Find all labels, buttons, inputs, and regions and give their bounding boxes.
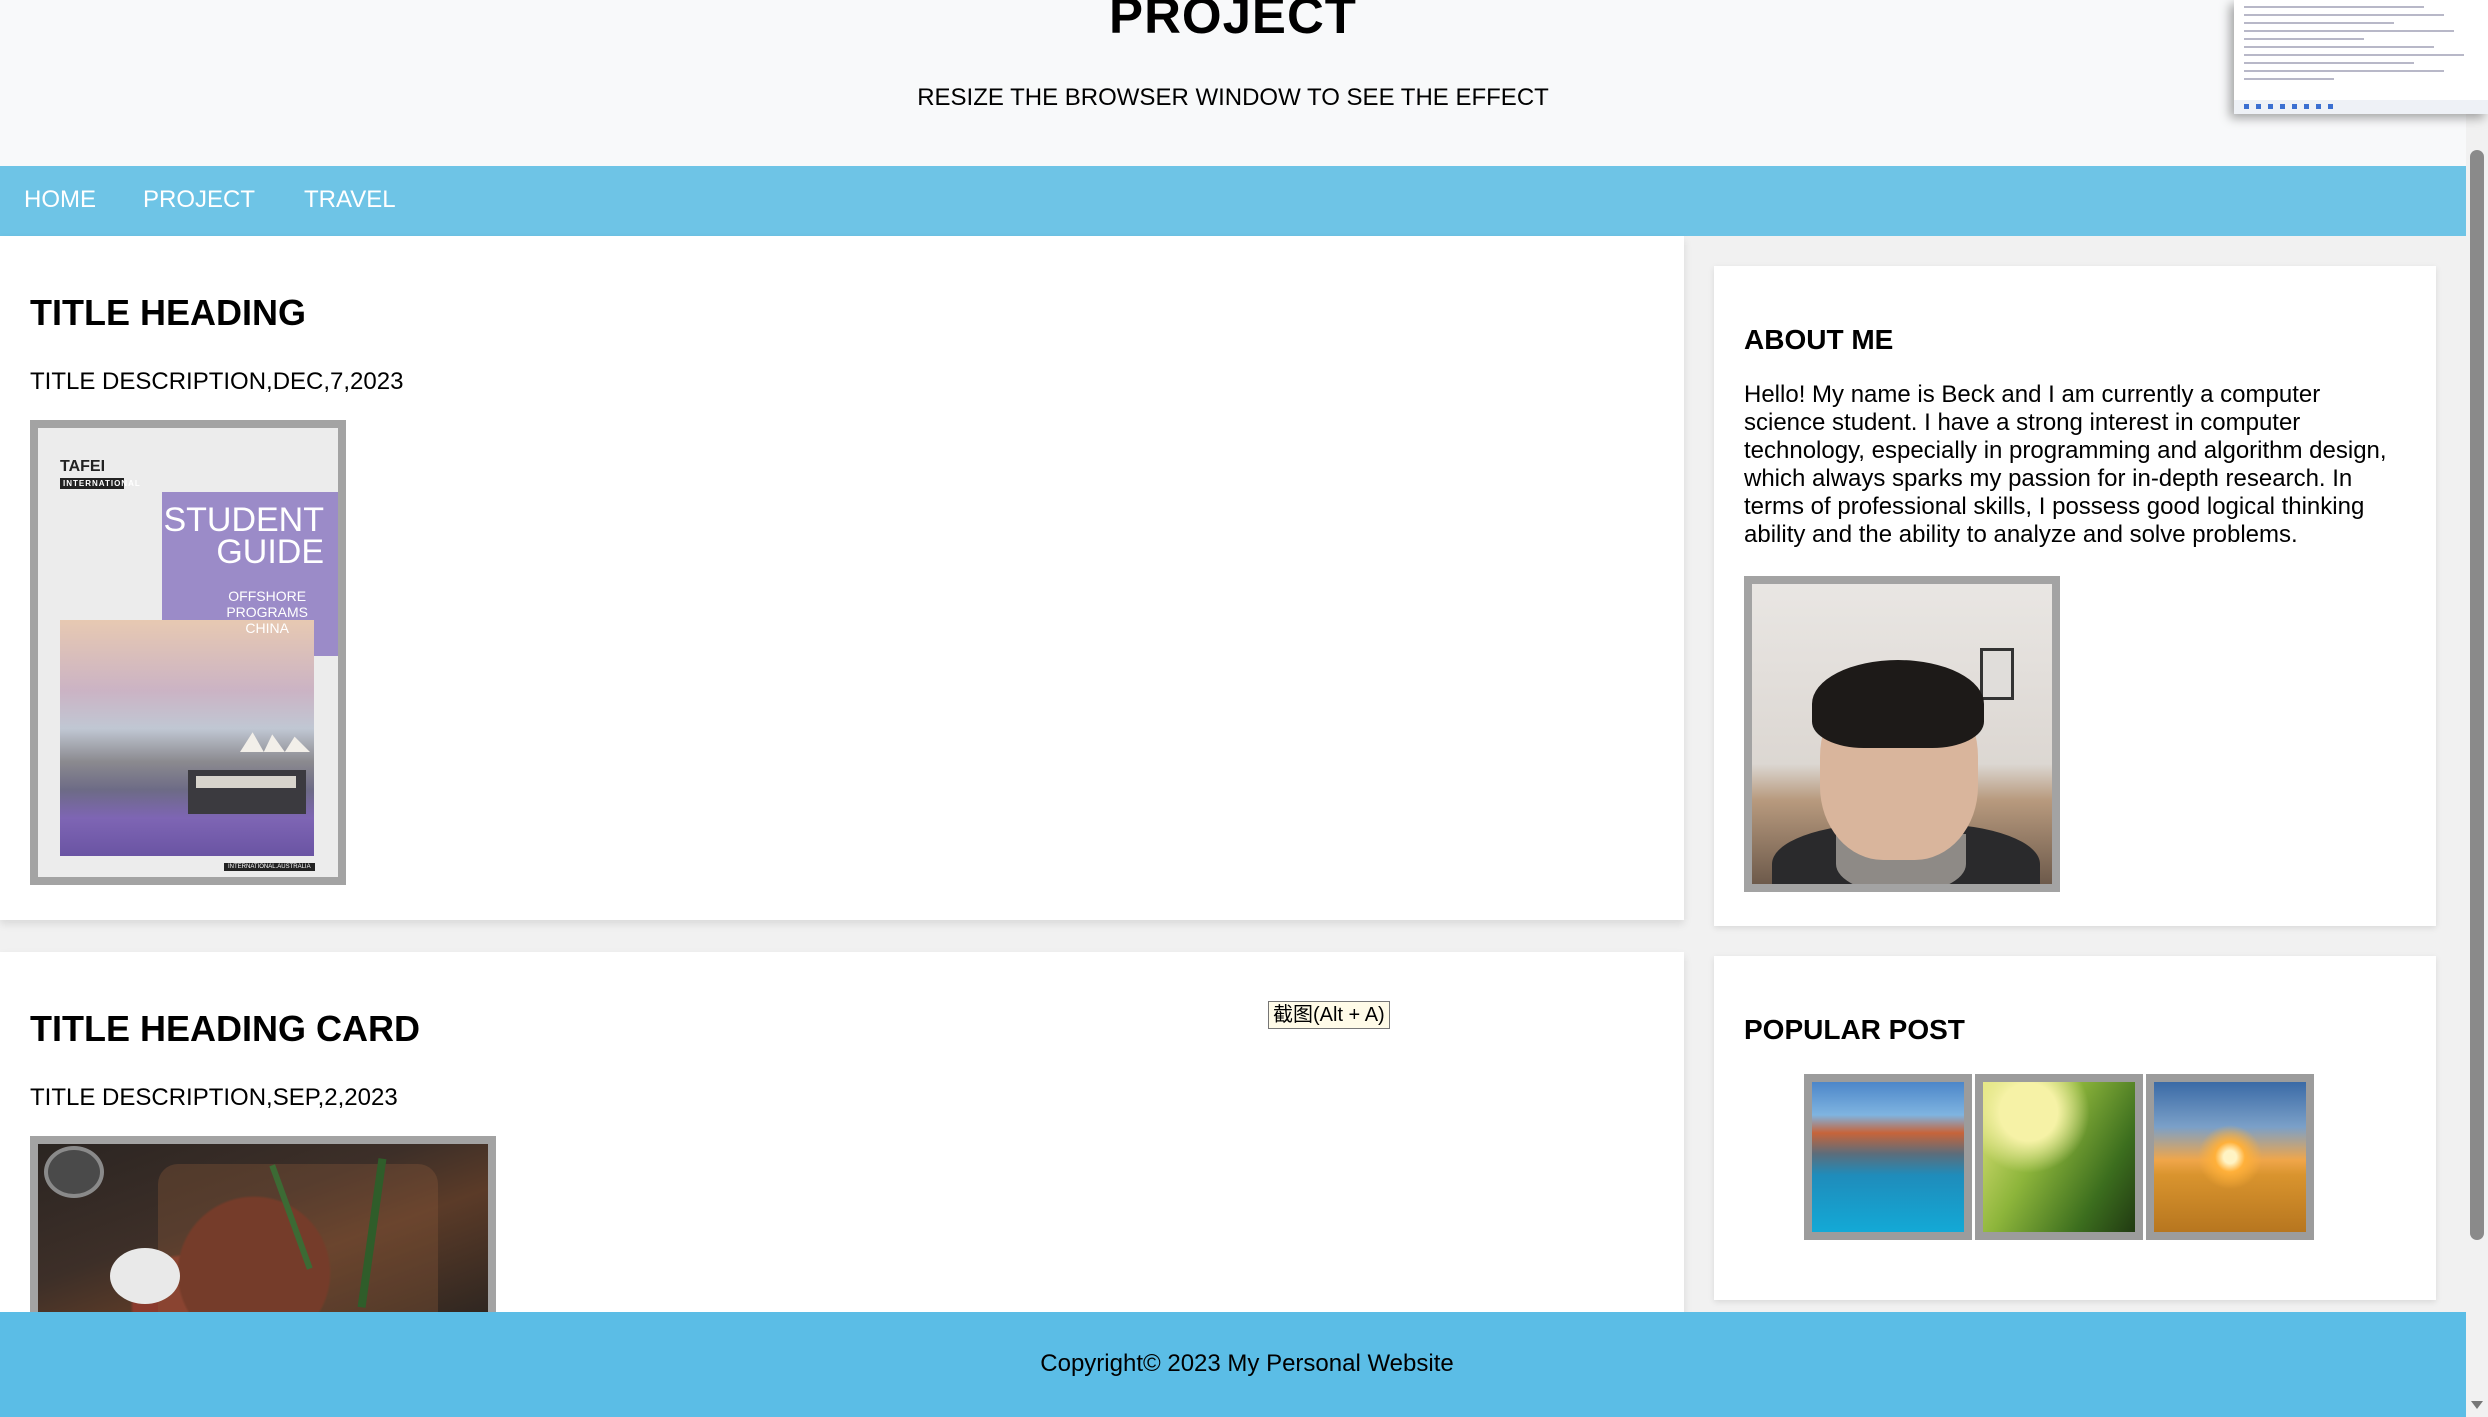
sydney-harbour-photo	[60, 620, 314, 856]
taskbar-icon	[2292, 104, 2297, 109]
site-footer: Copyright© 2023 My Personal Website	[0, 1312, 2466, 1417]
steak-image	[30, 1136, 496, 1336]
popular-thumb-mountain-lake[interactable]	[1804, 1074, 1972, 1240]
steak-photo	[38, 1144, 488, 1328]
about-text: Hello! My name is Beck and I am currentl…	[1744, 381, 2387, 548]
popular-thumb-sunset-field[interactable]	[2146, 1074, 2314, 1240]
portrait-photo	[1752, 584, 2052, 884]
site-subtitle: RESIZE THE BROWSER WINDOW TO SEE THE EFF…	[917, 84, 1549, 111]
post-card-1: TITLE HEADING TITLE DESCRIPTION,DEC,7,20…	[0, 236, 1684, 920]
main-column: TITLE HEADING TITLE DESCRIPTION,DEC,7,20…	[0, 236, 1684, 1372]
preview-text-line	[2244, 70, 2444, 72]
popular-thumb-sunlit-forest[interactable]	[1975, 1074, 2143, 1240]
post-heading: TITLE HEADING	[30, 292, 306, 333]
ferry-shape	[188, 770, 306, 814]
student-guide-poster: TAFEI INTERNATIONAL STUDENT GUIDE OFFSHO…	[38, 428, 338, 877]
taskbar-icon	[2328, 104, 2333, 109]
guide-subtitle: OFFSHORE PROGRAMS CHINA	[226, 588, 308, 636]
taskbar-icon	[2304, 104, 2309, 109]
copyright-text: Copyright© 2023 My Personal Website	[1040, 1350, 1454, 1377]
site-title: PROJECT	[1109, 0, 1357, 44]
taskbar-icon	[2280, 104, 2285, 109]
vertical-scrollbar[interactable]	[2466, 0, 2488, 1417]
top-navigation: HOME PROJECT TRAVEL	[0, 166, 2466, 236]
hair-shape	[1812, 660, 1984, 748]
web-page: PROJECT RESIZE THE BROWSER WINDOW TO SEE…	[0, 0, 2466, 1417]
taskbar-icon	[2268, 104, 2273, 109]
guide-footer-text: INTERNATIONAL.AUSTRALIA	[224, 863, 315, 871]
post-heading: TITLE HEADING CARD	[30, 1008, 420, 1049]
preview-text-line	[2244, 6, 2424, 8]
pepper-bowl-shape	[44, 1146, 104, 1198]
wall-frame-shape	[1980, 648, 2014, 700]
preview-text-line	[2244, 30, 2454, 32]
guide-title: STUDENT GUIDE	[163, 501, 324, 571]
post-description: TITLE DESCRIPTION,DEC,7,2023	[30, 368, 404, 395]
tafe-logo: TAFEI INTERNATIONAL	[60, 458, 141, 489]
screenshot-tooltip: 截图(Alt + A)	[1268, 1001, 1390, 1029]
site-header: PROJECT RESIZE THE BROWSER WINDOW TO SEE…	[0, 0, 2466, 166]
scrollbar-thumb[interactable]	[2470, 150, 2484, 1240]
preview-text-line	[2244, 54, 2464, 56]
about-me-card: ABOUT ME Hello! My name is Beck and I am…	[1714, 266, 2436, 926]
nav-project-link[interactable]: PROJECT	[143, 186, 255, 214]
taskbar-icon	[2256, 104, 2261, 109]
post-card-2: TITLE HEADING CARD TITLE DESCRIPTION,SEP…	[0, 952, 1684, 1372]
salt-pile-shape	[110, 1248, 180, 1304]
student-guide-image: TAFEI INTERNATIONAL STUDENT GUIDE OFFSHO…	[30, 420, 346, 885]
preview-text-line	[2244, 62, 2414, 64]
nav-home-link[interactable]: HOME	[24, 186, 96, 214]
opera-house-shape	[240, 732, 310, 752]
preview-text-line	[2244, 22, 2394, 24]
preview-text-line	[2244, 46, 2434, 48]
cutting-board-shape	[158, 1164, 438, 1328]
screenshot-preview-window[interactable]	[2234, 0, 2488, 114]
profile-photo	[1744, 576, 2060, 892]
nav-travel-link[interactable]: TRAVEL	[304, 186, 396, 214]
post-description: TITLE DESCRIPTION,SEP,2,2023	[30, 1084, 398, 1111]
preview-text-line	[2244, 14, 2444, 16]
popular-heading: POPULAR POST	[1744, 1014, 1965, 1045]
preview-text-line	[2244, 38, 2364, 40]
about-heading: ABOUT ME	[1744, 324, 1894, 355]
preview-text-line	[2244, 78, 2334, 80]
taskbar-icon	[2244, 104, 2249, 109]
scroll-down-arrow-icon[interactable]	[2471, 1401, 2483, 1409]
taskbar-icon	[2316, 104, 2321, 109]
